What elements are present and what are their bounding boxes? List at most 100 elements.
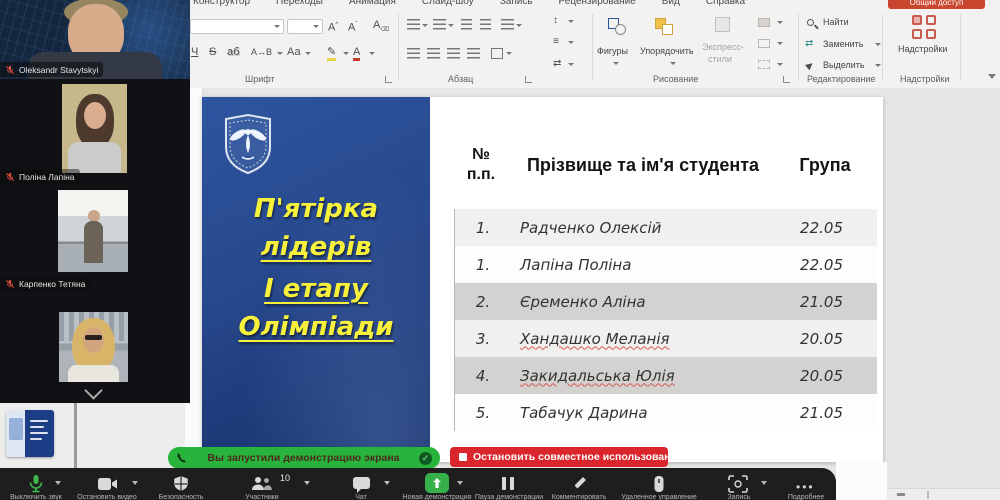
ppt-tab-animations[interactable]: Анимация: [349, 0, 396, 7]
table-row: 3. Хандашко Меланія 20.05: [455, 320, 877, 357]
font-color-icon[interactable]: А: [353, 46, 360, 61]
shape-outline-icon[interactable]: [758, 39, 770, 48]
record-frame-icon[interactable]: [728, 475, 748, 493]
participant-name-bar: Oleksandr Stavytskyi: [0, 62, 103, 77]
table-row: 2. Єременко Аліна 21.05: [455, 283, 877, 320]
chat-label: Чат: [355, 494, 367, 500]
record-options-chevron[interactable]: [761, 481, 767, 485]
participant-name-bar: Карпенко Тетяна: [0, 276, 90, 291]
slide-title-line-1: П'ятірка: [202, 190, 430, 228]
ppt-tab-record[interactable]: Запись: [500, 0, 533, 7]
chat-options-chevron[interactable]: [384, 481, 390, 485]
collapse-participants-icon[interactable]: [84, 381, 102, 399]
replace-icon: ⇄: [805, 38, 813, 50]
addins-button[interactable]: Надстройки: [898, 44, 947, 54]
editing-group-label: Редактирование: [807, 74, 876, 84]
mic-options-chevron[interactable]: [55, 481, 61, 485]
align-right-icon[interactable]: [447, 48, 460, 59]
security-shield-icon[interactable]: [172, 475, 190, 493]
select-icon: ▶: [803, 58, 816, 72]
text-shadow-icon[interactable]: аб: [227, 46, 239, 58]
ppt-tab-view[interactable]: Вид: [662, 0, 680, 7]
muted-mic-icon: [5, 279, 15, 289]
camera-options-chevron[interactable]: [132, 481, 138, 485]
font-name-combo[interactable]: [190, 19, 284, 34]
share-label: Новая демонстрация: [403, 494, 472, 500]
pause-share-icon[interactable]: [502, 477, 516, 490]
replace-button[interactable]: Заменить: [823, 39, 863, 49]
paragraph-dialog-launcher[interactable]: [525, 76, 532, 83]
columns-icon[interactable]: [491, 48, 503, 59]
annotate-pencil-icon[interactable]: [571, 475, 588, 492]
align-center-icon[interactable]: [427, 48, 440, 59]
change-case-icon[interactable]: Аа: [287, 46, 301, 58]
microphone-icon[interactable]: [27, 474, 45, 494]
find-button[interactable]: Найти: [823, 17, 849, 27]
ppt-tab-help[interactable]: Справка: [706, 0, 745, 7]
new-share-button[interactable]: [425, 473, 449, 493]
camera-icon[interactable]: [97, 476, 119, 492]
chat-icon[interactable]: [352, 476, 371, 493]
table-row: 1. Лапіна Поліна 22.05: [455, 246, 877, 283]
decrease-indent-icon[interactable]: [461, 19, 472, 30]
bullets-icon[interactable]: [407, 19, 420, 30]
increase-font-icon[interactable]: А^: [328, 19, 338, 34]
drawing-dialog-launcher[interactable]: [783, 76, 790, 83]
select-button[interactable]: Выделить: [823, 60, 865, 70]
check-circle-icon: ✓: [419, 452, 432, 465]
table-row: 1. Радченко Олексій 22.05: [455, 209, 877, 246]
arrange-button[interactable]: Упорядочить: [640, 46, 694, 56]
collapse-ribbon-icon[interactable]: [988, 74, 996, 79]
ppt-share-button[interactable]: Общий доступ: [888, 0, 985, 9]
strikethrough-icon[interactable]: S: [209, 46, 216, 58]
table-row: 4. Закидальська Юлія 20.05: [455, 357, 877, 394]
ppt-tab-review[interactable]: Рецензирование: [559, 0, 636, 7]
sharing-banner-text: Вы запустили демонстрацию экрана: [194, 452, 413, 464]
more-icon[interactable]: •••: [796, 480, 815, 494]
align-left-icon[interactable]: [407, 48, 420, 59]
phone-icon: [176, 452, 188, 464]
text-direction-icon[interactable]: ↕: [553, 15, 558, 27]
line-spacing-icon[interactable]: [501, 19, 514, 30]
muted-mic-icon: [5, 172, 15, 182]
addins-icon: [912, 15, 922, 25]
participants-icon[interactable]: [250, 476, 274, 492]
clear-format-icon[interactable]: А⌫: [373, 19, 389, 36]
shape-effects-icon[interactable]: [758, 60, 770, 69]
increase-indent-icon[interactable]: [480, 19, 491, 30]
mic-label: Выключить звук: [10, 494, 62, 500]
ppt-tab-transitions[interactable]: Переходы: [276, 0, 323, 7]
char-spacing-icon[interactable]: А↔В: [251, 46, 272, 58]
addins-icon-3: [912, 29, 922, 39]
shape-fill-icon[interactable]: [758, 18, 770, 27]
share-options-chevron[interactable]: [457, 481, 463, 485]
quick-styles-button: Экспресс-: [702, 42, 744, 52]
drawing-group-label: Рисование: [653, 74, 698, 84]
ppt-tab-design[interactable]: Конструктор: [193, 0, 250, 7]
more-label: Подробнее: [788, 494, 824, 500]
participants-options-chevron[interactable]: [304, 481, 310, 485]
smartart-convert-icon[interactable]: ⇄: [553, 58, 561, 70]
align-text-icon[interactable]: ≡: [553, 36, 559, 48]
ppt-tab-slideshow[interactable]: Слайд-шоу: [422, 0, 474, 7]
camera-label: Остановить видео: [77, 494, 137, 500]
share-arrow-icon: [431, 477, 443, 489]
justify-icon[interactable]: [467, 48, 480, 59]
font-dialog-launcher[interactable]: [385, 76, 392, 83]
ppt-ribbon: А^ Аˇ А⌫ Ч S аб А↔В Аа ✎ А Шрифт Абзац ↕: [185, 10, 1000, 89]
screen-sharing-banner: Вы запустили демонстрацию экрана ✓: [168, 447, 440, 469]
slide-title-line-2: лідерів: [202, 228, 430, 266]
slide: П'ятірка лідерів І етапу Олімпіади № п.п…: [202, 97, 883, 462]
highlight-color-icon[interactable]: ✎: [327, 46, 336, 61]
floating-window-thumbnail[interactable]: [6, 410, 54, 457]
underline-icon[interactable]: Ч: [191, 46, 198, 58]
screen: Конструктор Переходы Анимация Слайд-шоу …: [0, 0, 1000, 500]
table-header-num: № п.п.: [455, 145, 507, 185]
find-icon-handle: [814, 24, 819, 29]
decrease-font-icon[interactable]: Аˇ: [348, 19, 357, 34]
font-size-combo[interactable]: [287, 19, 323, 34]
shapes-button[interactable]: Фигуры: [597, 46, 628, 56]
numbering-icon[interactable]: [433, 19, 446, 30]
stop-sharing-button[interactable]: Остановить совместное использование: [450, 447, 668, 467]
remote-control-icon[interactable]: [653, 475, 665, 493]
